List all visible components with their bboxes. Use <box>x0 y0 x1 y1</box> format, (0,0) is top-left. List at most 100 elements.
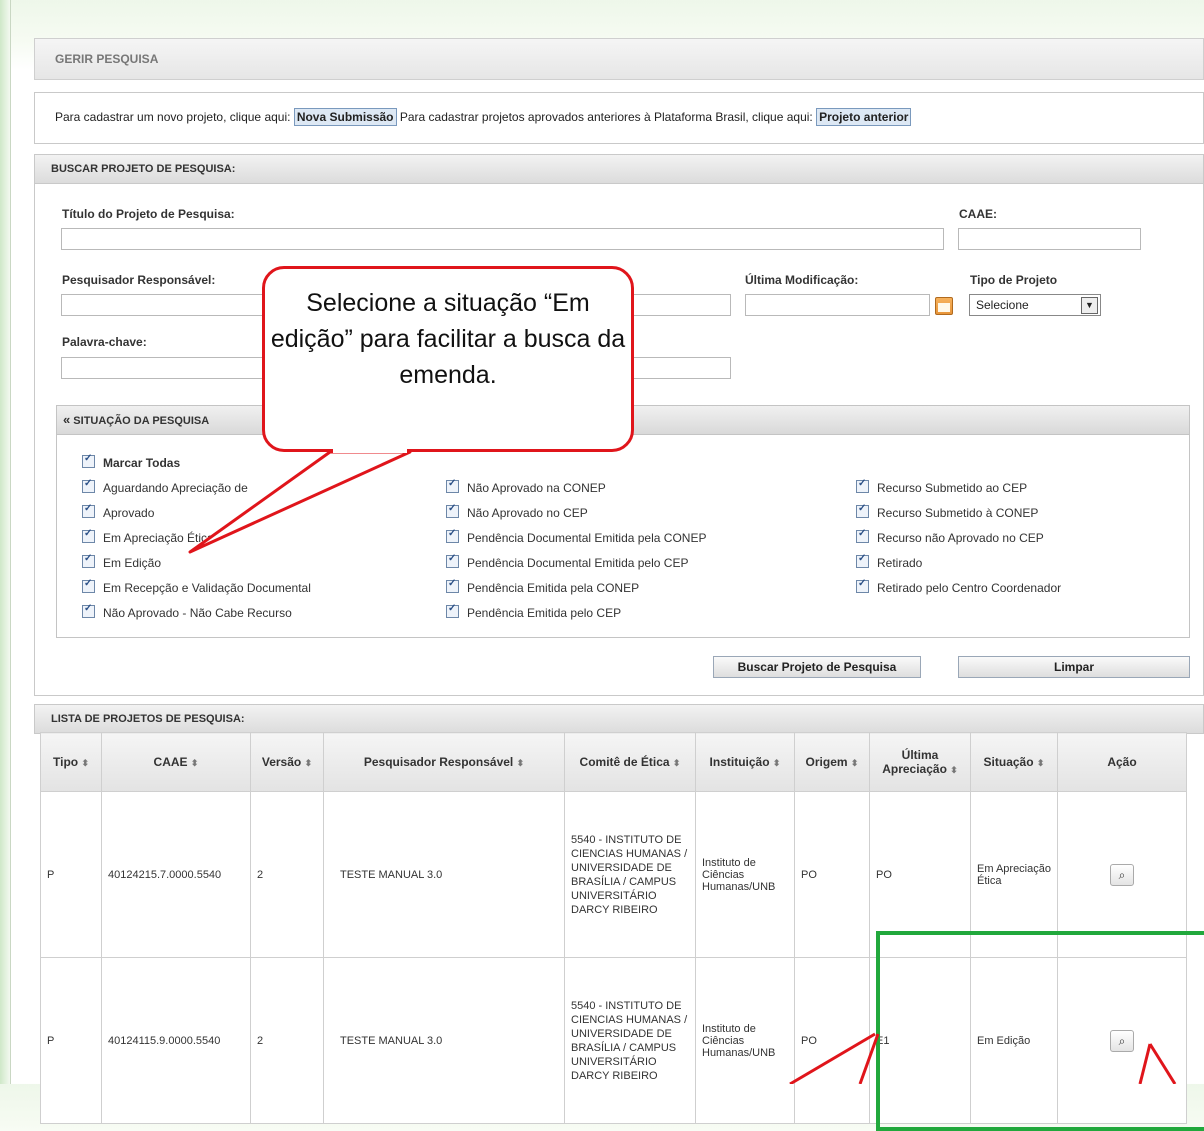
ultima-modificacao-label: Última Modificação: <box>745 273 859 287</box>
tipo-projeto-label: Tipo de Projeto <box>970 273 1058 287</box>
col-label: Origem <box>805 755 848 769</box>
cell-origem: PO <box>794 957 870 1124</box>
titulo-input[interactable] <box>61 228 944 250</box>
checkbox-col3-0[interactable]: Recurso Submetido ao CEP <box>856 478 1028 495</box>
checkbox-col1-5[interactable]: Não Aprovado - Não Cabe Recurso <box>82 603 292 620</box>
col-instituicao[interactable]: Instituição ⬍ <box>695 732 795 792</box>
col-versao[interactable]: Versão ⬍ <box>250 732 324 792</box>
checkbox-icon[interactable] <box>856 578 869 593</box>
projeto-anterior-button[interactable]: Projeto anterior <box>816 108 912 126</box>
checkbox-icon[interactable] <box>446 478 459 493</box>
sort-icon[interactable]: ⬍ <box>517 758 525 768</box>
checkbox-icon[interactable] <box>446 553 459 568</box>
col-comite[interactable]: Comitê de Ética ⬍ <box>564 732 696 792</box>
intro-bar: Para cadastrar um novo projeto, clique a… <box>34 92 1204 144</box>
col-ultima[interactable]: Última Apreciação ⬍ <box>869 732 971 792</box>
checkbox-col2-4[interactable]: Pendência Emitida pela CONEP <box>446 578 640 595</box>
checkbox-label: Retirado pelo Centro Coordenador <box>877 581 1062 595</box>
col-label: Pesquisador Responsável <box>363 755 514 769</box>
view-details-button[interactable]: ⌕ <box>1110 863 1134 886</box>
checkbox-col1-4[interactable]: Em Recepção e Validação Documental <box>82 578 311 595</box>
sort-icon[interactable]: ⬍ <box>773 758 781 768</box>
sort-icon[interactable]: ⬍ <box>673 758 681 768</box>
col-pesquisador[interactable]: Pesquisador Responsável ⬍ <box>323 732 565 792</box>
checkbox-label: Retirado <box>877 556 923 570</box>
checkbox-label: Pendência Emitida pela CONEP <box>467 581 640 595</box>
checkbox-col1-2[interactable]: Em Apreciação Ética <box>82 528 214 545</box>
checkbox-icon[interactable] <box>82 478 95 493</box>
checkbox-label: Recurso Submetido ao CEP <box>877 481 1028 495</box>
checkbox-icon[interactable] <box>856 478 869 493</box>
checkbox-col3-1[interactable]: Recurso Submetido à CONEP <box>856 503 1039 520</box>
checkbox-icon[interactable] <box>82 553 95 568</box>
checkbox-col2-3[interactable]: Pendência Documental Emitida pelo CEP <box>446 553 689 570</box>
checkbox-icon[interactable] <box>446 603 459 618</box>
col-label: Comitê de Ética <box>579 755 670 769</box>
collapse-icon[interactable]: « <box>63 412 70 427</box>
ultima-modificacao-input[interactable] <box>745 294 930 316</box>
chevron-down-icon[interactable]: ▼ <box>1081 297 1098 314</box>
intro-text-2: Para cadastrar projetos aprovados anteri… <box>399 110 813 124</box>
nova-submissao-button[interactable]: Nova Submissão <box>293 108 397 126</box>
checkbox-icon[interactable] <box>446 528 459 543</box>
highlight-box <box>876 931 1204 1131</box>
checkbox-label: Pendência Documental Emitida pelo CEP <box>467 556 689 570</box>
col-origem[interactable]: Origem ⬍ <box>794 732 870 792</box>
checkbox-label: Pendência Emitida pelo CEP <box>467 606 622 620</box>
checkbox-label: Marcar Todas <box>103 456 181 470</box>
checkbox-col3-4[interactable]: Retirado pelo Centro Coordenador <box>856 578 1062 595</box>
checkbox-col3-2[interactable]: Recurso não Aprovado no CEP <box>856 528 1044 545</box>
sort-icon[interactable]: ⬍ <box>305 758 313 768</box>
checkbox-icon[interactable] <box>82 603 95 618</box>
checkbox-col2-5[interactable]: Pendência Emitida pelo CEP <box>446 603 622 620</box>
col-tipo[interactable]: Tipo ⬍ <box>40 732 102 792</box>
sort-icon[interactable]: ⬍ <box>950 765 958 775</box>
checkbox-icon[interactable] <box>446 578 459 593</box>
callout-bubble: Selecione a situação “Em edição” para fa… <box>262 266 634 452</box>
sort-icon[interactable]: ⬍ <box>191 758 199 768</box>
buscar-projeto-button[interactable]: Buscar Projeto de Pesquisa <box>713 656 921 678</box>
checkbox-marcar-todas[interactable]: Marcar Todas <box>82 453 181 470</box>
checkbox-col1-0[interactable]: Aguardando Apreciação de <box>82 478 248 495</box>
checkbox-col1-3[interactable]: Em Edição <box>82 553 162 570</box>
caae-input[interactable] <box>958 228 1141 250</box>
cell-caae: 40124215.7.0000.5540 <box>101 791 251 958</box>
checkbox-icon[interactable] <box>82 503 95 518</box>
table-header-row: Tipo ⬍ CAAE ⬍ Versão ⬍ Pesquisador Respo… <box>40 732 1187 792</box>
checkbox-icon[interactable] <box>856 528 869 543</box>
checkbox-col2-1[interactable]: Não Aprovado no CEP <box>446 503 588 520</box>
checkbox-icon[interactable] <box>856 553 869 568</box>
checkbox-label: Não Aprovado no CEP <box>467 506 588 520</box>
checkbox-col2-0[interactable]: Não Aprovado na CONEP <box>446 478 606 495</box>
checkbox-label: Em Edição <box>103 556 162 570</box>
cell-versao: 2 <box>250 791 324 958</box>
checkbox-icon[interactable] <box>82 528 95 543</box>
cell-instituicao: Instituto de Ciências Humanas/UNB <box>695 957 795 1124</box>
palavra-chave-label: Palavra-chave: <box>62 335 147 349</box>
situacao-title: SITUAÇÃO DA PESQUISA <box>73 415 210 427</box>
sort-icon[interactable]: ⬍ <box>851 758 859 768</box>
limpar-button[interactable]: Limpar <box>958 656 1190 678</box>
col-caae[interactable]: CAAE ⬍ <box>101 732 251 792</box>
checkbox-label: Em Apreciação Ética <box>103 531 214 545</box>
checkbox-label: Recurso não Aprovado no CEP <box>877 531 1044 545</box>
checkbox-icon[interactable] <box>856 503 869 518</box>
sort-icon[interactable]: ⬍ <box>1037 758 1045 768</box>
col-label: Instituição <box>709 755 770 769</box>
checkbox-label: Recurso Submetido à CONEP <box>877 506 1039 520</box>
checkbox-label: Em Recepção e Validação Documental <box>103 581 311 595</box>
pesquisador-label: Pesquisador Responsável: <box>62 273 216 287</box>
tipo-projeto-select[interactable]: Selecione ▼ <box>969 294 1101 316</box>
checkbox-col1-1[interactable]: Aprovado <box>82 503 154 520</box>
checkbox-icon[interactable] <box>82 453 95 468</box>
checkbox-icon[interactable] <box>446 503 459 518</box>
col-situacao[interactable]: Situação ⬍ <box>970 732 1058 792</box>
col-acao: Ação <box>1057 732 1187 792</box>
checkbox-icon[interactable] <box>82 578 95 593</box>
sort-icon[interactable]: ⬍ <box>81 758 89 768</box>
checkbox-col2-2[interactable]: Pendência Documental Emitida pela CONEP <box>446 528 706 545</box>
titulo-label: Título do Projeto de Pesquisa: <box>62 207 235 221</box>
cell-versao: 2 <box>250 957 324 1124</box>
calendar-icon[interactable] <box>935 297 953 315</box>
checkbox-col3-3[interactable]: Retirado <box>856 553 923 570</box>
